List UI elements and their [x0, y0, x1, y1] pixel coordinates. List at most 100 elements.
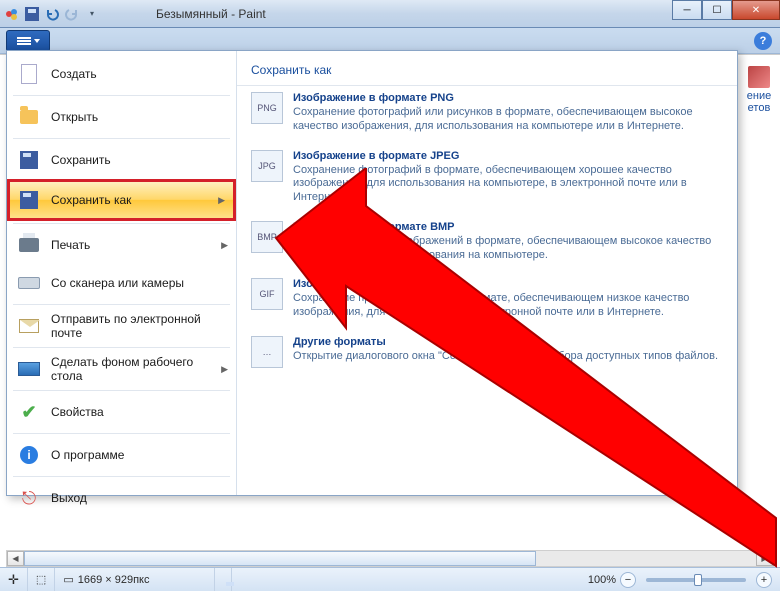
mail-icon [17, 314, 41, 338]
menu-item-label: Со сканера или камеры [51, 276, 184, 290]
menu-item-label: Отправить по электронной почте [51, 312, 226, 340]
zoom-controls: 100% − + [580, 568, 780, 591]
ribbon-clipped-group: ение етов [746, 66, 772, 114]
submenu-arrow-icon: ▶ [218, 195, 225, 206]
menu-item-label: О программе [51, 448, 124, 462]
scroll-thumb[interactable] [24, 551, 536, 566]
menu-item-label: Печать [51, 238, 90, 252]
menu-separator [13, 95, 230, 96]
zoom-slider-knob[interactable] [694, 574, 702, 586]
save-icon[interactable] [24, 6, 40, 22]
checkmark-icon: ✔ [17, 400, 41, 424]
menu-item-label: Создать [51, 67, 97, 81]
paint-app-icon [4, 6, 20, 22]
qat-dropdown-icon[interactable]: ▾ [84, 6, 100, 22]
menu-item-new[interactable]: Создать [7, 55, 236, 93]
menu-item-scanner[interactable]: Со сканера или камеры [7, 264, 236, 302]
save-as-icon [17, 188, 41, 212]
save-as-submenu: Сохранить как PNG Изображение в формате … [237, 51, 737, 495]
submenu-item-desc: Сохранение фотографий или рисунков в фор… [293, 106, 723, 134]
menu-item-set-wallpaper[interactable]: Сделать фоном рабочего стола ▶ [7, 350, 236, 388]
menu-item-label: Сохранить [51, 153, 111, 167]
submenu-item-other[interactable]: … Другие форматы Открытие диалогового ок… [237, 330, 737, 378]
horizontal-scrollbar[interactable]: ◀ ▶ [6, 550, 774, 567]
window-title: Безымянный - Paint [156, 7, 266, 21]
zoom-out-button[interactable]: − [620, 572, 636, 588]
menu-separator [13, 223, 230, 224]
open-folder-icon [17, 105, 41, 129]
undo-icon[interactable] [44, 6, 60, 22]
menu-item-open[interactable]: Открыть [7, 98, 236, 136]
submenu-item-title: Изображение в формате PNG [293, 92, 723, 104]
submenu-item-bmp[interactable]: BMP Изображение в формате BMP Сохранение… [237, 215, 737, 273]
edit-colors-icon[interactable] [748, 66, 770, 88]
close-button[interactable]: ✕ [732, 0, 780, 20]
submenu-item-title: Изображение в формате BMP [293, 221, 723, 233]
printer-icon [17, 233, 41, 257]
submenu-item-jpeg[interactable]: JPG Изображение в формате JPEG Сохранени… [237, 144, 737, 215]
menu-item-about[interactable]: i О программе [7, 436, 236, 474]
menu-separator [13, 304, 230, 305]
cursor-coords-cell: ✛ [0, 568, 28, 591]
other-format-icon: … [251, 336, 283, 368]
save-floppy-icon [17, 148, 41, 172]
desktop-icon [17, 357, 41, 381]
window-titlebar: ▾ Безымянный - Paint ─ ☐ ✕ [0, 0, 780, 28]
menu-item-save-as[interactable]: Сохранить как ▶ [7, 179, 236, 221]
minimize-button[interactable]: ─ [672, 0, 702, 20]
window-controls: ─ ☐ ✕ [672, 0, 780, 20]
submenu-item-desc: Открытие диалогового окна "Сохранить как… [293, 350, 718, 364]
zoom-slider[interactable] [646, 578, 746, 582]
scroll-left-button[interactable]: ◀ [7, 551, 24, 566]
menu-item-properties[interactable]: ✔ Свойства [7, 393, 236, 431]
file-menu-left-column: Создать Открыть Сохранить Сохранить как … [7, 51, 237, 495]
selection-icon: ⬚ [36, 573, 46, 586]
submenu-item-png[interactable]: PNG Изображение в формате PNG Сохранение… [237, 86, 737, 144]
submenu-item-title: Другие форматы [293, 336, 718, 348]
menu-separator [13, 138, 230, 139]
scanner-icon [17, 271, 41, 295]
zoom-in-button[interactable]: + [756, 572, 772, 588]
redo-icon[interactable] [64, 6, 80, 22]
menu-item-save[interactable]: Сохранить [7, 141, 236, 179]
submenu-item-title: Изображение в формате GIF [293, 278, 723, 290]
status-bar: ✛ ⬚ ▭ 1669 × 929пкс 100% − + [0, 567, 780, 591]
info-icon: i [17, 443, 41, 467]
menu-item-send-email[interactable]: Отправить по электронной почте [7, 307, 236, 345]
menu-separator [13, 390, 230, 391]
menu-item-label: Открыть [51, 110, 98, 124]
jpeg-format-icon: JPG [251, 150, 283, 182]
submenu-item-desc: Сохранение фотографий в формате, обеспеч… [293, 164, 723, 205]
menu-separator [13, 433, 230, 434]
menu-item-label: Свойства [51, 405, 104, 419]
menu-item-label: Сделать фоном рабочего стола [51, 355, 226, 383]
new-file-icon [17, 62, 41, 86]
submenu-arrow-icon: ▶ [221, 240, 228, 251]
exit-icon: ⎋ [17, 486, 41, 510]
menu-item-print[interactable]: Печать ▶ [7, 226, 236, 264]
submenu-title: Сохранить как [237, 57, 737, 86]
canvas-size-label: 1669 × 929пкс [78, 574, 150, 586]
maximize-button[interactable]: ☐ [702, 0, 732, 20]
png-format-icon: PNG [251, 92, 283, 124]
canvas-size-icon: ▭ [63, 573, 73, 586]
file-menu-button[interactable] [6, 30, 50, 52]
menu-item-exit[interactable]: ⎋ Выход [7, 479, 236, 517]
submenu-item-desc: Сохранение любых изображений в формате, … [293, 235, 723, 263]
zoom-percent-label: 100% [588, 574, 616, 586]
menu-separator [13, 476, 230, 477]
submenu-item-desc: Сохранение простых рисунков в формате, о… [293, 292, 723, 320]
selection-size-cell: ⬚ [28, 568, 55, 591]
gif-format-icon: GIF [251, 278, 283, 310]
submenu-item-gif[interactable]: GIF Изображение в формате GIF Сохранение… [237, 272, 737, 330]
submenu-arrow-icon: ▶ [221, 364, 228, 375]
crosshair-icon: ✛ [8, 572, 19, 588]
help-button[interactable]: ? [754, 32, 772, 50]
scroll-track[interactable] [24, 551, 756, 566]
quick-access-toolbar: ▾ [4, 6, 100, 22]
scroll-right-button[interactable]: ▶ [756, 551, 773, 566]
file-size-cell [215, 568, 232, 591]
menu-separator [13, 347, 230, 348]
menu-item-label: Сохранить как [51, 193, 131, 207]
bmp-format-icon: BMP [251, 221, 283, 253]
